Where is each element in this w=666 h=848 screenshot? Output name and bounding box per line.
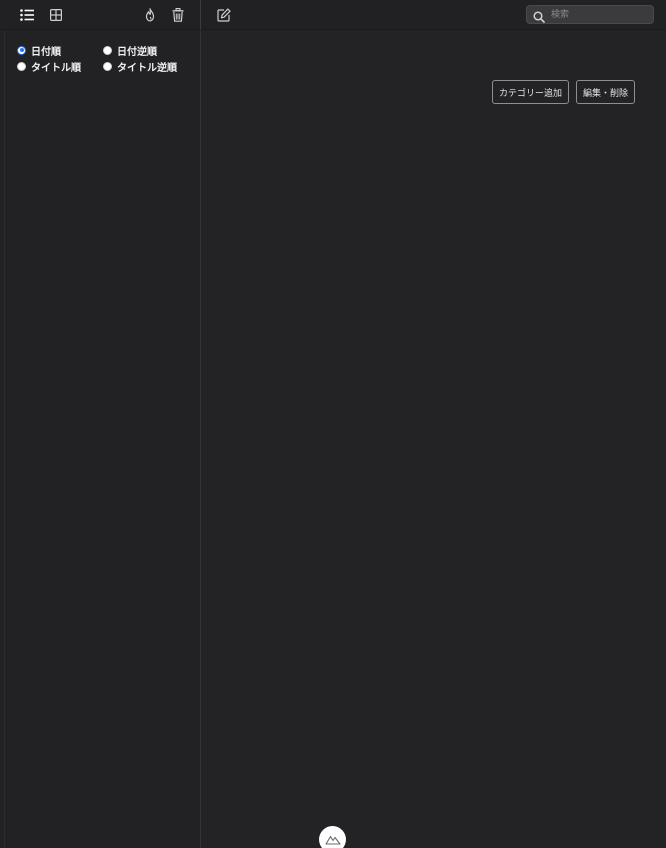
- sort-option-label: タイトル順: [31, 62, 81, 74]
- grid-view-button[interactable]: [47, 6, 65, 24]
- edit-delete-button[interactable]: 編集・削除: [576, 80, 635, 104]
- main-content: カテゴリー追加 編集・削除: [201, 31, 666, 848]
- trash-icon: [172, 8, 184, 22]
- nuxt-logo-icon: [324, 830, 341, 848]
- toolbar-divider: [200, 0, 201, 30]
- radio-unchecked[interactable]: [17, 61, 26, 71]
- list-view-button[interactable]: [18, 6, 36, 24]
- sort-date-desc[interactable]: 日付逆順: [103, 43, 157, 58]
- compose-button[interactable]: [215, 6, 233, 24]
- list-view-icon: [20, 9, 34, 21]
- search-box: [526, 5, 654, 24]
- radio-unchecked[interactable]: [103, 61, 112, 71]
- sort-date-asc[interactable]: 日付順: [17, 43, 61, 58]
- radio-unchecked[interactable]: [103, 45, 112, 55]
- trash-button[interactable]: [169, 6, 187, 24]
- sort-option-label: 日付順: [31, 46, 61, 58]
- app-window: 日付順 日付逆順 タイトル順 タイトル逆順 カテゴリー追加 編集・削除: [0, 0, 666, 848]
- search-icon: [533, 8, 545, 27]
- flame-button[interactable]: [141, 6, 159, 24]
- toolbar: [0, 0, 666, 30]
- search-input[interactable]: [551, 6, 651, 23]
- radio-checked[interactable]: [17, 45, 26, 55]
- sort-title-asc[interactable]: タイトル順: [17, 59, 81, 74]
- sort-title-desc[interactable]: タイトル逆順: [103, 59, 177, 74]
- sidebar: 日付順 日付逆順 タイトル順 タイトル逆順: [0, 31, 201, 848]
- app-logo-button[interactable]: [319, 826, 346, 848]
- sort-option-label: 日付逆順: [117, 46, 157, 58]
- grid-view-icon: [50, 9, 62, 21]
- flame-icon: [144, 8, 156, 22]
- sort-option-label: タイトル逆順: [117, 62, 177, 74]
- compose-icon: [217, 8, 231, 22]
- add-category-button[interactable]: カテゴリー追加: [492, 80, 569, 104]
- sidebar-divider: [4, 31, 5, 848]
